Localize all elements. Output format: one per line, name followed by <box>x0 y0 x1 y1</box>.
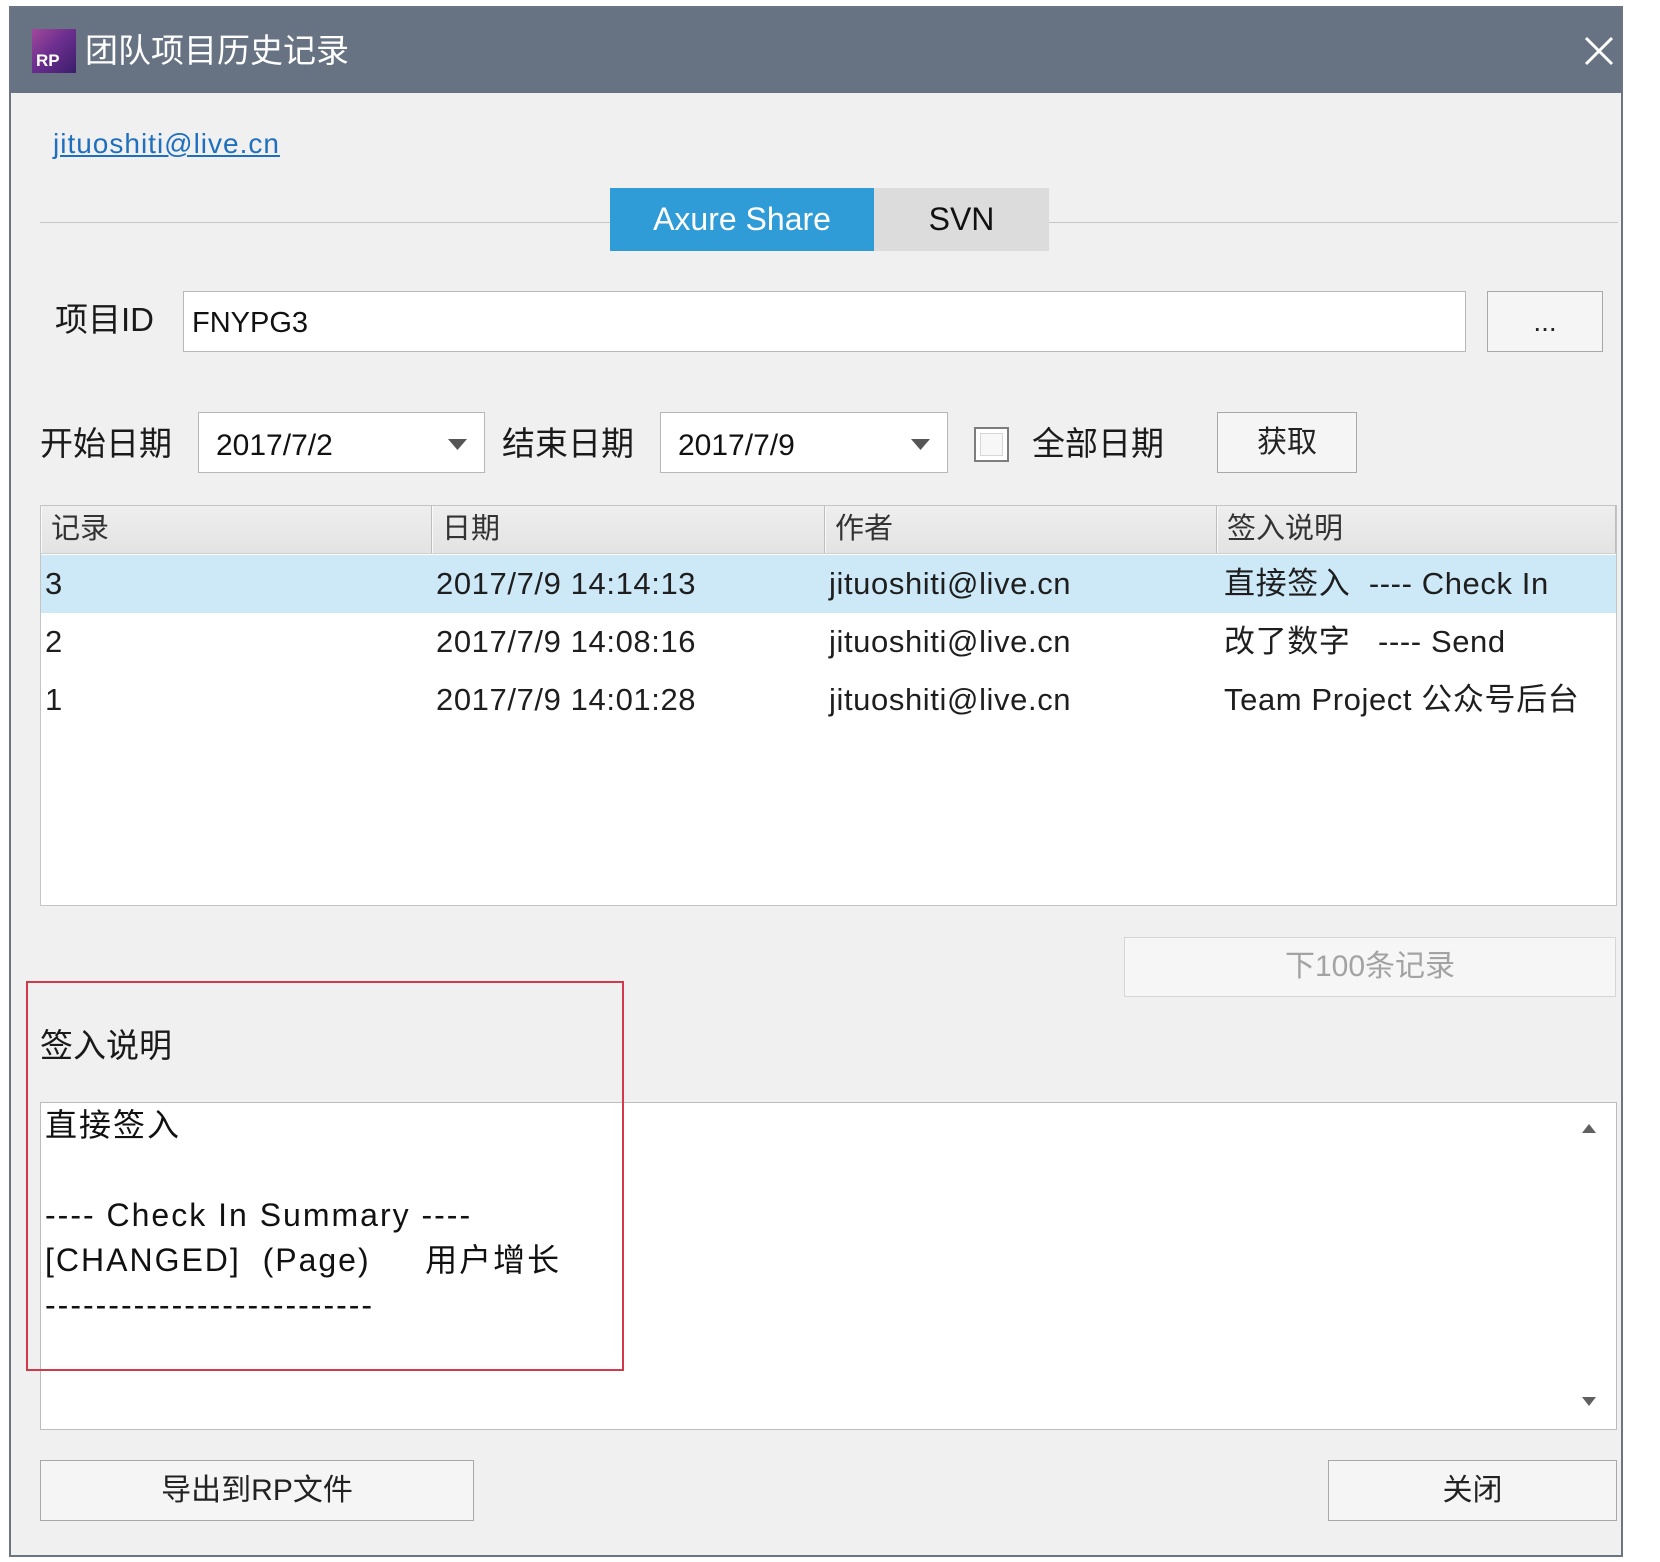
checkin-note-line: [CHANGED] (Page) 用户增长 <box>45 1242 562 1278</box>
start-date-picker[interactable]: 2017/7/2 <box>198 412 485 473</box>
project-id-label: 项目ID <box>55 301 154 338</box>
axure-rp-app-icon: RP <box>32 29 76 73</box>
cell-checkin-note: Team Project 公众号后台 <box>1224 682 1580 717</box>
close-window-button[interactable] <box>1581 33 1617 69</box>
cell-record: 1 <box>45 682 63 717</box>
notes-vertical-scrollbar[interactable] <box>1572 1103 1616 1429</box>
history-table[interactable]: 记录 日期 作者 签入说明 3 2017/7/9 14:14:13 jituos… <box>40 505 1617 906</box>
checkin-notes-textarea[interactable]: 直接签入 ---- Check In Summary ---- [CHANGED… <box>40 1102 1617 1430</box>
checkin-note-line: ---- Check In Summary ---- <box>45 1197 473 1233</box>
dropdown-arrow-icon[interactable] <box>911 439 930 450</box>
tab-axure-share[interactable]: Axure Share <box>610 188 874 251</box>
project-id-input[interactable] <box>183 291 1466 352</box>
checkin-note-line <box>45 1148 1566 1193</box>
cell-date: 2017/7/9 14:08:16 <box>436 624 697 659</box>
checkbox-icon <box>980 433 1003 456</box>
cell-author: jituoshiti@live.cn <box>829 566 1072 601</box>
checkin-notes-content: 直接签入 ---- Check In Summary ---- [CHANGED… <box>45 1103 1566 1328</box>
start-date-value: 2017/7/2 <box>216 429 333 462</box>
end-date-label: 结束日期 <box>502 425 634 462</box>
cell-date: 2017/7/9 14:01:28 <box>436 682 697 717</box>
column-header-date[interactable]: 日期 <box>432 506 825 553</box>
end-date-value: 2017/7/9 <box>678 429 795 462</box>
cell-record: 2 <box>45 624 63 659</box>
cell-checkin-note: 直接签入 ---- Check In <box>1224 566 1549 601</box>
close-button[interactable]: 关闭 <box>1328 1460 1617 1521</box>
checkin-note-line: 直接签入 <box>45 1107 182 1143</box>
table-body: 3 2017/7/9 14:14:13 jituoshiti@live.cn 直… <box>41 554 1616 729</box>
checkin-note-line: -------------------------- <box>45 1287 375 1323</box>
checkin-note-label: 签入说明 <box>40 1027 172 1064</box>
cell-checkin-note: 改了数字 ---- Send <box>1224 624 1506 659</box>
title-bar: RP 团队项目历史记录 <box>11 8 1621 93</box>
export-to-rp-file-button[interactable]: 导出到RP文件 <box>40 1460 474 1521</box>
start-date-label: 开始日期 <box>40 425 172 462</box>
table-row[interactable]: 1 2017/7/9 14:01:28 jituoshiti@live.cn T… <box>41 671 1616 729</box>
close-icon <box>1584 36 1614 66</box>
scroll-up-arrow-icon[interactable] <box>1582 1124 1596 1133</box>
column-header-record[interactable]: 记录 <box>41 506 432 553</box>
browse-project-button[interactable]: ... <box>1487 291 1603 352</box>
column-header-checkin-note[interactable]: 签入说明 <box>1217 506 1616 553</box>
table-header: 记录 日期 作者 签入说明 <box>41 506 1616 554</box>
fetch-button[interactable]: 获取 <box>1217 412 1357 473</box>
window-title: 团队项目历史记录 <box>85 32 349 69</box>
tab-svn[interactable]: SVN <box>874 188 1049 251</box>
table-row[interactable]: 3 2017/7/9 14:14:13 jituoshiti@live.cn 直… <box>41 555 1616 613</box>
cell-author: jituoshiti@live.cn <box>829 624 1072 659</box>
app-icon-label: RP <box>36 51 60 70</box>
account-email-link[interactable]: jituoshiti@live.cn <box>53 128 280 160</box>
table-row[interactable]: 2 2017/7/9 14:08:16 jituoshiti@live.cn 改… <box>41 613 1616 671</box>
all-dates-checkbox[interactable] <box>974 427 1009 462</box>
team-project-history-dialog: RP 团队项目历史记录 jituoshiti@live.cn Axure Sha… <box>11 8 1621 1555</box>
column-header-author[interactable]: 作者 <box>825 506 1217 553</box>
cell-author: jituoshiti@live.cn <box>829 682 1072 717</box>
scroll-down-arrow-icon[interactable] <box>1582 1397 1596 1406</box>
cell-date: 2017/7/9 14:14:13 <box>436 566 697 601</box>
next-100-records-button[interactable]: 下100条记录 <box>1124 937 1616 997</box>
end-date-picker[interactable]: 2017/7/9 <box>660 412 948 473</box>
cell-record: 3 <box>45 566 63 601</box>
dropdown-arrow-icon[interactable] <box>448 439 467 450</box>
all-dates-label[interactable]: 全部日期 <box>1032 424 1164 464</box>
